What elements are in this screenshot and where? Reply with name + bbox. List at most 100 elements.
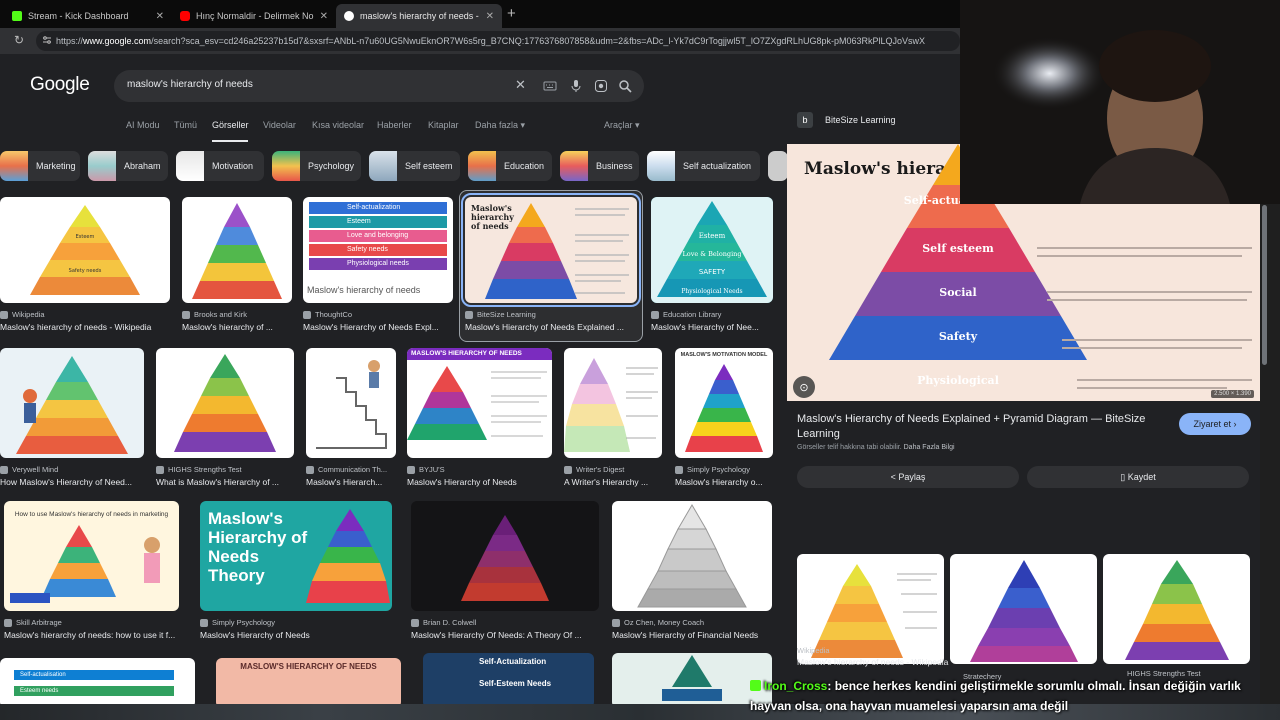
panel-scrollbar[interactable]: [1262, 205, 1267, 365]
chip-self-actualization[interactable]: Self actualization: [647, 151, 760, 181]
pyramid-thumbnail: Esteem Safety needs: [30, 205, 140, 295]
result-thumbnail[interactable]: MASLOW'S MOTIVATION MODEL: [675, 348, 773, 458]
result-thumbnail[interactable]: Self-Actualization Self-Esteem Needs: [423, 653, 594, 708]
save-button[interactable]: ▯ Kaydet: [1027, 466, 1249, 488]
result-thumbnail[interactable]: Self-actualization Esteem Love and belon…: [303, 197, 453, 303]
result-thumbnail[interactable]: MASLOW'S HIERARCHY OF NEEDS: [407, 348, 552, 458]
nav-short-videos[interactable]: Kısa videolar: [312, 120, 364, 130]
result-title[interactable]: A Writer's Hierarchy ...: [564, 477, 662, 487]
result-thumbnail[interactable]: [306, 348, 396, 458]
result-thumbnail[interactable]: [182, 197, 292, 303]
tab-youtube[interactable]: Hınç Normaldir - Delirmek Normal ✕: [172, 4, 336, 28]
chip-motivation[interactable]: Motivation: [176, 151, 264, 181]
bitesize-icon: [465, 310, 473, 319]
tab-kick-label: Stream - Kick Dashboard: [28, 11, 129, 21]
chat-username: Iron_Cross: [764, 679, 828, 693]
result-title[interactable]: Maslow's Hierarchy of Needs: [200, 630, 392, 640]
chip-education[interactable]: Education: [468, 151, 552, 181]
result-thumbnail[interactable]: MASLOW'S HIERARCHY OF NEEDS: [216, 658, 401, 708]
site-icon: [182, 310, 190, 319]
result-thumbnail[interactable]: How to use Maslow's hierarchy of needs i…: [4, 501, 179, 611]
result-source-label: Simply Psychology: [687, 465, 750, 474]
close-icon[interactable]: ✕: [320, 11, 328, 22]
result-title[interactable]: Maslow's Hierarchy of Nee...: [651, 322, 773, 332]
nav-videos[interactable]: Videolar: [263, 120, 296, 130]
result-title[interactable]: How Maslow's Hierarchy of Need...: [0, 477, 144, 487]
chip-thumb: [369, 151, 397, 181]
visit-label: Ziyaret et: [1193, 419, 1231, 429]
url-field[interactable]: https://www.google.com/search?sca_esv=cd…: [36, 31, 960, 51]
result-title[interactable]: What is Maslow's Hierarchy of ...: [156, 477, 294, 487]
chip-more[interactable]: [768, 151, 788, 181]
nav-news[interactable]: Haberler: [377, 120, 412, 130]
close-icon[interactable]: ✕: [156, 11, 164, 22]
result-thumbnail[interactable]: Esteem Safety needs: [0, 197, 170, 303]
result-thumbnail[interactable]: [411, 501, 599, 611]
pyramid-thumbnail: [192, 203, 282, 299]
chip-label: Motivation: [212, 161, 254, 171]
result-thumbnail[interactable]: Maslow's hierarchy of needs: [461, 193, 641, 307]
chip-abraham[interactable]: Abraham: [88, 151, 168, 181]
thumb-level: Self-actualization: [309, 202, 447, 214]
microphone-icon[interactable]: [569, 79, 583, 93]
result-title[interactable]: Maslow's Hierarchy Of Needs: A Theory Of…: [411, 630, 601, 640]
google-logo[interactable]: Google: [30, 74, 90, 96]
tab-google[interactable]: maslow's hierarchy of needs - Goo ✕: [336, 4, 502, 28]
url-path: /search?sca_esv=cd246a25237b15d7&sxsrf=A…: [151, 36, 925, 46]
related-title[interactable]: Maslow's hierarchy of needs - Wikipedia: [797, 657, 948, 667]
nav-more[interactable]: Daha fazla ▾: [475, 120, 525, 131]
result-title[interactable]: Maslow's Hierarchy of Needs Expl...: [303, 322, 453, 332]
search-icon[interactable]: [618, 79, 632, 93]
lens-search-icon[interactable]: ⊙: [793, 376, 815, 398]
site-settings-icon[interactable]: [42, 35, 52, 45]
result-title[interactable]: Maslow's hierarchy of ...: [182, 322, 292, 332]
result-thumbnail[interactable]: [612, 501, 772, 611]
chip-business[interactable]: Business: [560, 151, 639, 181]
tab-kick[interactable]: Stream - Kick Dashboard ✕: [4, 4, 172, 28]
site-icon: [564, 465, 572, 474]
related-image[interactable]: [950, 554, 1097, 664]
result-title[interactable]: Maslow's Hierarchy of Needs Explained ..…: [465, 322, 637, 332]
search-input[interactable]: maslow's hierarchy of needs: [127, 79, 253, 90]
visit-button[interactable]: Ziyaret et ›: [1179, 413, 1251, 435]
kick-icon: [12, 11, 22, 21]
related-image[interactable]: [1103, 554, 1250, 664]
result-thumbnail[interactable]: [564, 348, 662, 458]
nav-images[interactable]: Görseller: [212, 120, 249, 130]
panel-title[interactable]: Maslow's Hierarchy of Needs Explained + …: [797, 412, 1157, 442]
result-thumbnail[interactable]: Self-actualisation Esteem needs: [0, 658, 195, 708]
result-thumbnail[interactable]: [156, 348, 294, 458]
result-thumbnail[interactable]: [0, 348, 144, 458]
result-thumbnail[interactable]: [612, 653, 772, 708]
nav-all[interactable]: Tümü: [174, 120, 197, 130]
result-title[interactable]: Maslow's Hierarchy of Needs: [407, 477, 552, 487]
new-tab-icon[interactable]: +: [507, 5, 516, 22]
chip-self-esteem[interactable]: Self esteem: [369, 151, 460, 181]
chip-psychology[interactable]: Psychology: [272, 151, 361, 181]
nav-books[interactable]: Kitaplar: [428, 120, 459, 130]
result-thumbnail[interactable]: Esteem Love & Belonging SAFETY Physiolog…: [651, 197, 773, 303]
site-icon: [411, 618, 419, 627]
thumb-level: Love & Belonging: [682, 250, 741, 258]
more-info-link[interactable]: Daha Fazla Bilgi: [904, 444, 955, 451]
keyboard-icon[interactable]: [543, 79, 557, 93]
search-box[interactable]: maslow's hierarchy of needs ✕: [114, 70, 644, 102]
reload-icon[interactable]: ↻: [14, 33, 24, 47]
thumb-level: Esteem: [309, 216, 447, 228]
result-title[interactable]: Maslow's hierarchy of needs: how to use …: [4, 630, 184, 640]
panel-source[interactable]: b BiteSize Learning: [797, 112, 896, 128]
result-thumbnail[interactable]: Maslow's Hierarchy of Needs Theory: [200, 501, 392, 611]
result-title[interactable]: Maslow's Hierarch...: [306, 477, 396, 487]
result-title[interactable]: Maslow's Hierarchy o...: [675, 477, 773, 487]
close-icon[interactable]: ✕: [486, 11, 494, 22]
share-button[interactable]: < Paylaş: [797, 466, 1019, 488]
site-icon: [0, 465, 8, 474]
result-title[interactable]: Maslow's hierarchy of needs - Wikipedia: [0, 322, 170, 332]
lens-icon[interactable]: [594, 79, 608, 93]
clear-icon[interactable]: ✕: [515, 77, 529, 92]
result-title[interactable]: Maslow's Hierarchy of Financial Needs: [612, 630, 772, 640]
chip-marketing[interactable]: Marketing: [0, 151, 80, 181]
pyramid-thumbnail: [461, 515, 549, 601]
tools-button[interactable]: Araçlar ▾: [604, 120, 640, 131]
nav-ai-mode[interactable]: AI Modu: [126, 120, 160, 130]
